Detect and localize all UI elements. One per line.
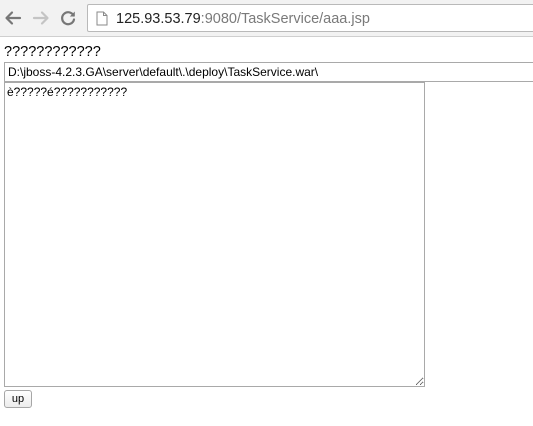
forward-button[interactable] [30, 8, 52, 28]
up-button[interactable]: up [4, 390, 32, 408]
page-heading: ???????????? [4, 44, 101, 60]
forward-arrow-icon [32, 11, 49, 25]
back-arrow-icon [5, 11, 22, 25]
url-host: 125.93.53.79 [116, 11, 201, 27]
reload-button[interactable] [57, 8, 79, 28]
path-input[interactable] [4, 62, 533, 82]
url-text: 125.93.53.79:9080/TaskService/aaa.jsp [116, 11, 370, 27]
url-path: :9080/TaskService/aaa.jsp [200, 11, 370, 27]
reload-icon [61, 11, 76, 26]
browser-toolbar: 125.93.53.79:9080/TaskService/aaa.jsp [0, 0, 533, 37]
page-content: ???????????? è?????é??????????? up [0, 37, 533, 426]
address-bar[interactable]: 125.93.53.79:9080/TaskService/aaa.jsp [87, 4, 533, 32]
content-textarea[interactable]: è?????é??????????? [4, 82, 425, 387]
back-button[interactable] [2, 8, 24, 28]
page-icon [96, 11, 108, 26]
